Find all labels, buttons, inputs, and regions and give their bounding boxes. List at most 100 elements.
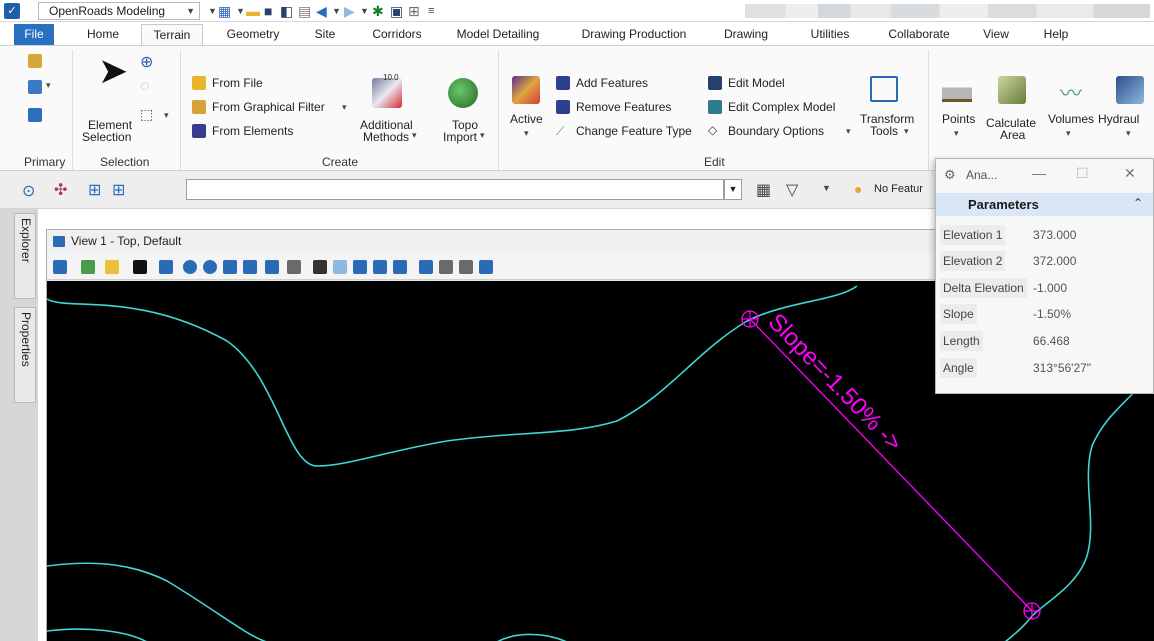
explorer-tab[interactable]: Explorer [14, 213, 36, 299]
fit-view-icon[interactable] [243, 260, 257, 274]
save-settings-icon[interactable]: ◧ [280, 3, 293, 19]
chevron-down-icon[interactable]: ▾ [904, 126, 909, 137]
app-icon[interactable]: ✓ [4, 3, 20, 19]
edit-model-button[interactable]: Edit Model [728, 76, 785, 90]
properties-tab[interactable]: Properties [14, 307, 36, 403]
tab-file[interactable]: File [14, 24, 54, 45]
tab-drawing[interactable]: Drawing [716, 24, 776, 45]
chevron-down-icon[interactable]: ▼ [208, 3, 217, 19]
chevron-down-icon[interactable]: ▾ [164, 110, 169, 121]
points-icon[interactable] [942, 80, 972, 102]
element-selection-icon[interactable]: ➤ [98, 52, 128, 90]
from-graphical-filter-button[interactable]: From Graphical Filter [212, 100, 325, 114]
additional-methods-icon[interactable] [372, 78, 402, 108]
volumes-button[interactable]: Volumes [1048, 112, 1094, 126]
close-icon[interactable]: ✕ [1124, 165, 1136, 182]
chevron-down-icon[interactable]: ▼ [360, 3, 369, 19]
zoom-out-icon[interactable] [203, 260, 217, 274]
clip-mask-icon[interactable] [439, 260, 453, 274]
active-button[interactable]: Active [510, 112, 543, 126]
saved-views-icon[interactable] [419, 260, 433, 274]
analysis-panel-titlebar[interactable]: ⚙ Ana... — ☐ ✕ [936, 159, 1153, 191]
feature-name-field[interactable]: No Featur [874, 183, 923, 195]
feature-definition-icon[interactable]: ▦ [756, 180, 771, 200]
chevron-down-icon[interactable]: ▾ [342, 102, 347, 113]
globe-icon[interactable] [448, 78, 478, 108]
tab-utilities[interactable]: Utilities [797, 24, 863, 45]
select-all-icon[interactable]: ⊕ [140, 52, 153, 72]
zoom-in-icon[interactable] [183, 260, 197, 274]
next-view-icon[interactable] [353, 260, 367, 274]
walk-icon[interactable] [313, 260, 327, 274]
maximize-icon[interactable]: ☐ [1076, 165, 1089, 182]
active-terrain-icon[interactable] [512, 76, 540, 104]
properties-icon[interactable] [28, 80, 42, 94]
volumes-icon[interactable]: 〰 [1060, 76, 1082, 108]
chevron-down-icon[interactable]: ▾ [412, 130, 417, 141]
tab-home[interactable]: Home [80, 24, 126, 45]
from-file-button[interactable]: From File [212, 76, 263, 90]
hydraulics-icon[interactable] [1116, 76, 1144, 104]
chevron-down-icon[interactable]: ▼ [822, 183, 831, 193]
print-icon[interactable]: ▣ [390, 3, 403, 19]
compress-icon[interactable]: ▤ [298, 3, 311, 19]
previous-view-icon[interactable] [333, 260, 347, 274]
chevron-down-icon[interactable]: ▾ [846, 126, 851, 137]
boundary-options-button[interactable]: Boundary Options [728, 124, 824, 138]
feature-filter-icon[interactable]: ▽ [786, 180, 798, 200]
grid-icon[interactable]: ⊞ [408, 3, 420, 19]
pin-icon[interactable]: ✱ [372, 3, 384, 19]
rotate-view-icon[interactable] [265, 260, 279, 274]
feature-symbol-icon[interactable]: ● [854, 181, 862, 197]
redo-icon[interactable]: ▶ [344, 3, 355, 19]
copy-view-icon[interactable] [373, 260, 387, 274]
display-style-icon[interactable] [81, 260, 95, 274]
tab-view[interactable]: View [975, 24, 1017, 45]
lighting-icon[interactable] [105, 260, 119, 274]
remove-features-button[interactable]: Remove Features [576, 100, 671, 114]
edit-complex-model-button[interactable]: Edit Complex Model [728, 100, 835, 114]
window-area-icon[interactable] [223, 260, 237, 274]
minimize-icon[interactable]: — [1032, 165, 1046, 181]
chevron-down-icon[interactable]: ▾ [1126, 128, 1131, 139]
info-icon[interactable] [28, 108, 42, 122]
locks-icon[interactable]: ⊞ [88, 180, 101, 200]
change-feature-type-button[interactable]: Change Feature Type [576, 124, 692, 138]
from-elements-button[interactable]: From Elements [212, 124, 293, 138]
points-button[interactable]: Points [942, 112, 975, 126]
tab-drawing-production[interactable]: Drawing Production [568, 24, 700, 45]
chevron-down-icon[interactable]: ▾ [524, 128, 529, 139]
view-toggle-icon[interactable] [393, 260, 407, 274]
chevron-down-icon[interactable]: ▾ [480, 130, 485, 141]
tab-geometry[interactable]: Geometry [216, 24, 290, 45]
pan-view-icon[interactable] [287, 260, 301, 274]
chevron-down-icon[interactable]: ▼ [236, 3, 245, 19]
selection-mode-icon[interactable]: ⬚ [140, 106, 153, 123]
chevron-down-icon[interactable]: ▾ [954, 128, 959, 139]
hydraulics-button[interactable]: Hydraul [1098, 112, 1139, 126]
settings-grid-icon[interactable]: ⊞ [112, 180, 125, 200]
add-features-button[interactable]: Add Features [576, 76, 648, 90]
section-icon[interactable] [459, 260, 473, 274]
workset-icon[interactable]: ▦ [218, 3, 231, 19]
explorer-icon[interactable] [28, 54, 42, 68]
select-clear-icon[interactable]: ◌ [140, 78, 150, 96]
chevron-down-icon[interactable]: ▾ [1066, 128, 1071, 139]
transform-tools-icon[interactable] [870, 76, 898, 102]
command-input[interactable] [186, 179, 724, 200]
chevron-down-icon[interactable]: ▼ [332, 3, 341, 19]
view-groups-icon[interactable] [479, 260, 493, 274]
command-dropdown[interactable]: ▼ [724, 179, 742, 200]
tab-terrain[interactable]: Terrain [141, 24, 203, 45]
workspace-dropdown[interactable]: OpenRoads Modeling ▼ [38, 2, 200, 20]
tab-model-detailing[interactable]: Model Detailing [446, 24, 550, 45]
chevron-up-icon[interactable]: ⌃ [1133, 196, 1143, 210]
undo-icon[interactable]: ◀ [316, 3, 327, 19]
calculate-area-icon[interactable] [998, 76, 1026, 104]
customize-qat-icon[interactable]: ≡ [428, 3, 434, 19]
render-mode-icon[interactable] [133, 260, 147, 274]
tab-corridors[interactable]: Corridors [360, 24, 434, 45]
view-attributes-icon[interactable] [53, 260, 67, 274]
tab-collaborate[interactable]: Collaborate [874, 24, 964, 45]
open-folder-icon[interactable]: ▬ [246, 3, 260, 19]
